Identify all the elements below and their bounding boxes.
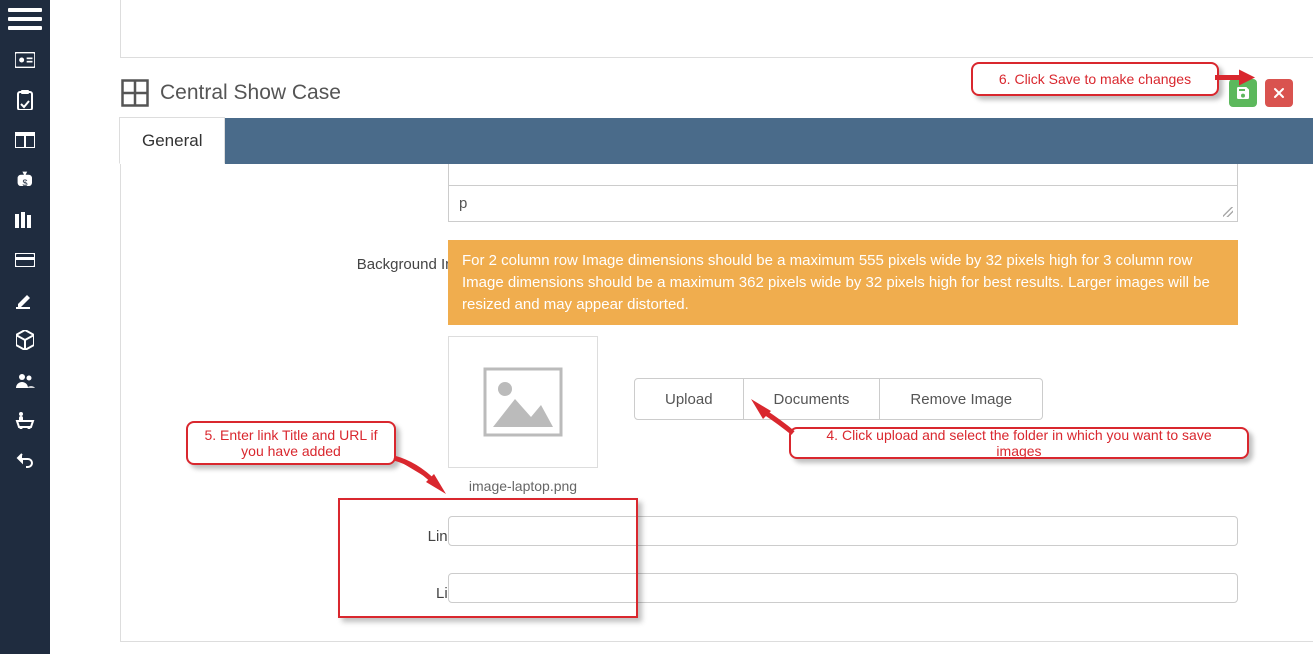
nav-card-icon[interactable]	[0, 248, 50, 272]
grid-icon	[120, 78, 150, 108]
callout-6: 6. Click Save to make changes	[971, 62, 1219, 96]
rich-editor-body-stub[interactable]	[448, 164, 1238, 186]
tab-label: General	[142, 131, 202, 151]
nav-users-icon[interactable]	[0, 368, 50, 392]
nav-cube-icon[interactable]	[0, 328, 50, 352]
sidebar: $	[0, 0, 50, 654]
menu-toggle-icon[interactable]	[8, 6, 42, 32]
background-image-help: For 2 column row Image dimensions should…	[448, 240, 1238, 325]
nav-columns-icon[interactable]	[0, 128, 50, 152]
editor-path-text: p	[459, 195, 467, 212]
nav-cart-icon[interactable]	[0, 408, 50, 432]
callout-4-text: 4. Click upload and select the folder in…	[803, 427, 1235, 459]
svg-text:$: $	[22, 178, 27, 188]
nav-clipboard-icon[interactable]	[0, 88, 50, 112]
upload-button[interactable]: Upload	[634, 378, 744, 420]
callout-arrow-icon	[390, 454, 446, 497]
cancel-button[interactable]	[1265, 79, 1293, 107]
nav-money-icon[interactable]: $	[0, 168, 50, 192]
upload-button-label: Upload	[665, 391, 713, 408]
nav-undo-icon[interactable]	[0, 448, 50, 472]
main-area: Central Show Case General ▲ ▼ p Backgrou…	[50, 0, 1313, 654]
callout-5-text: 5. Enter link Title and URL if you have …	[200, 427, 382, 459]
upper-panel-stub	[120, 0, 1313, 58]
callout-arrow-icon	[1213, 68, 1255, 91]
link-title-input[interactable]	[448, 516, 1238, 546]
callout-6-text: 6. Click Save to make changes	[999, 71, 1191, 87]
link-url-input[interactable]	[448, 573, 1238, 603]
remove-image-button[interactable]: Remove Image	[880, 378, 1043, 420]
image-button-group: Upload Documents Remove Image	[634, 378, 1043, 420]
callout-5: 5. Enter link Title and URL if you have …	[186, 421, 396, 465]
callout-4: 4. Click upload and select the folder in…	[789, 427, 1249, 459]
image-filename: image-laptop.png	[448, 478, 598, 494]
nav-edit-icon[interactable]	[0, 288, 50, 312]
nav-id-card-icon[interactable]	[0, 48, 50, 72]
rich-editor-path: p	[448, 186, 1238, 222]
callout-arrow-icon	[751, 399, 795, 438]
tab-bar: General	[120, 118, 1313, 164]
nav-books-icon[interactable]	[0, 208, 50, 232]
tab-general[interactable]: General	[119, 117, 225, 164]
section-title: Central Show Case	[160, 81, 341, 105]
remove-image-button-label: Remove Image	[910, 391, 1012, 408]
form-panel: ▲ ▼ p Background Image : For 2 column ro…	[120, 164, 1313, 642]
image-thumbnail[interactable]	[448, 336, 598, 468]
